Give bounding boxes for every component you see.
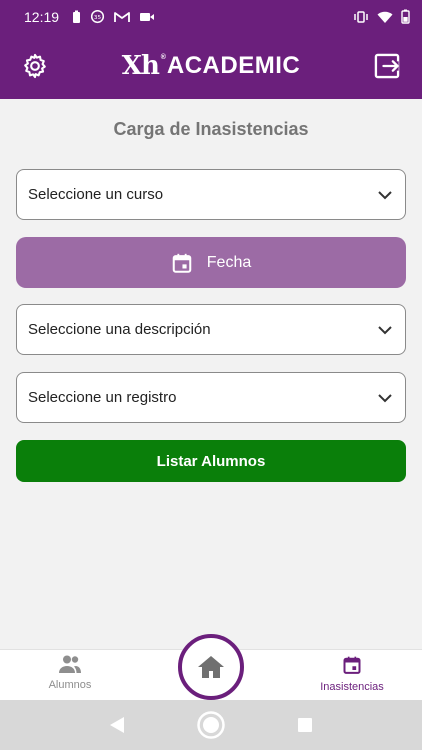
recents-square-icon [298,718,312,732]
battery-icon [401,9,410,24]
date-button[interactable]: Fecha [16,237,406,288]
settings-button[interactable] [20,51,50,81]
svg-text:35: 35 [94,15,102,21]
list-students-button[interactable]: Listar Alumnos [16,440,406,482]
back-triangle-icon [110,717,124,733]
logout-button[interactable] [372,51,402,81]
gear-icon [24,53,46,79]
system-recents-button[interactable] [290,710,320,740]
gmail-icon [114,11,130,22]
calendar-icon [172,253,192,273]
course-select[interactable]: Seleccione un curso [16,169,406,220]
status-bar: 12:19 35 [0,0,422,33]
video-icon [140,12,155,21]
home-circle-icon [197,711,225,739]
app-bar: Xh ® ACADEMIC [0,33,422,99]
battery-saver-icon [73,10,81,23]
page-title: Carga de Inasistencias [113,119,309,139]
nav-item-alumnos[interactable]: Alumnos [15,654,125,691]
nav-item-inasistencias[interactable]: Inasistencias [297,654,407,693]
nav-label-alumnos: Alumnos [48,679,92,691]
system-home-button[interactable] [196,710,226,740]
data-saver-icon: 35 [90,9,105,24]
date-button-label: Fecha [206,253,252,271]
wifi-icon [377,11,393,23]
chevron-down-icon [378,325,392,334]
description-select[interactable]: Seleccione una descripción [16,304,406,355]
calendar-icon [343,656,361,674]
course-select-label: Seleccione un curso [28,186,164,203]
status-time: 12:19 [24,8,60,25]
logo-mark: Xh ® [121,51,166,81]
system-nav-bar [0,700,422,750]
people-icon [59,655,81,673]
vibrate-icon [354,10,368,23]
record-select-label: Seleccione un registro [28,389,177,406]
nav-label-inasistencias: Inasistencias [320,681,384,693]
app-logo: Xh ® ACADEMIC [122,51,300,81]
description-select-label: Seleccione una descripción [28,321,211,338]
system-back-button[interactable] [102,710,132,740]
chevron-down-icon [378,190,392,199]
logout-icon [374,53,400,79]
record-select[interactable]: Seleccione un registro [16,372,406,423]
logo-text: ACADEMIC [166,52,301,79]
home-icon [198,656,224,678]
home-button[interactable] [178,634,244,700]
main-content: Carga de Inasistencias Seleccione un cur… [0,99,422,649]
chevron-down-icon [378,393,392,402]
